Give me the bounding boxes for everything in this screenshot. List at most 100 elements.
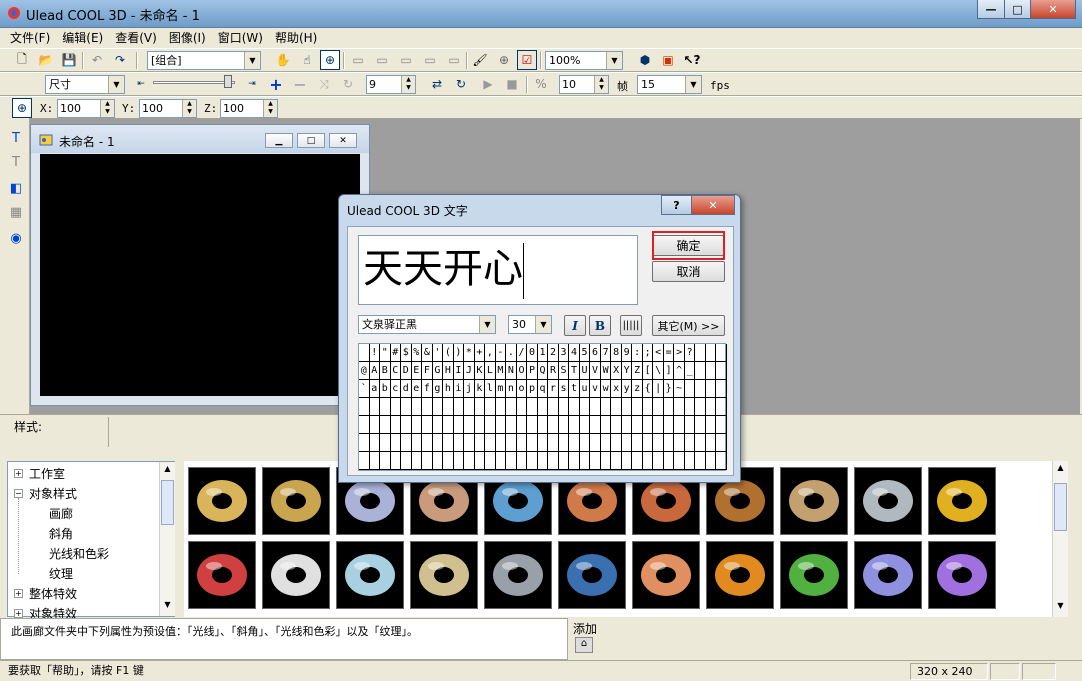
char-cell[interactable]: w [600,380,612,398]
char-cell[interactable]: r [548,380,559,398]
char-cell[interactable] [695,344,706,362]
edit-text-icon[interactable]: T [6,152,26,172]
select-object-icon[interactable]: ⊕ [320,50,340,70]
char-cell[interactable]: M [495,362,507,380]
char-cell[interactable]: t [569,380,580,398]
total-frames-spinner[interactable]: 10 ▲ ▼ [559,75,609,94]
char-cell[interactable] [684,452,696,470]
last-key-icon[interactable]: ⇥ [245,74,259,94]
char-cell[interactable] [579,416,591,434]
char-cell[interactable] [569,398,580,416]
char-cell[interactable] [569,416,580,434]
char-cell[interactable] [600,452,612,470]
char-cell[interactable] [705,452,717,470]
style-thumbnail[interactable] [854,541,922,609]
char-cell[interactable] [684,416,696,434]
char-cell[interactable] [369,398,380,416]
char-cell[interactable] [485,398,496,416]
char-cell[interactable] [611,434,622,452]
x-spinner[interactable]: 100 ▲ ▼ [57,99,115,118]
char-cell[interactable] [390,398,402,416]
char-cell[interactable] [495,434,507,452]
char-cell[interactable]: g [432,380,444,398]
context-help-icon[interactable]: ↖? [682,50,702,70]
char-cell[interactable] [632,416,643,434]
cancel-button[interactable]: 取消 [652,261,725,282]
char-cell[interactable]: X [611,362,622,380]
text-input[interactable]: 天天开心 [358,235,638,305]
char-cell[interactable] [674,398,685,416]
char-cell[interactable]: z [632,380,643,398]
char-cell[interactable]: G [432,362,444,380]
char-cell[interactable]: ] [663,362,675,380]
char-cell[interactable]: q [537,380,549,398]
reverse-icon[interactable]: ↻ [338,74,358,94]
char-cell[interactable]: v [590,380,601,398]
char-cell[interactable] [527,416,538,434]
char-cell[interactable] [453,416,465,434]
char-cell[interactable] [590,416,601,434]
char-cell[interactable] [401,434,412,452]
char-cell[interactable]: D [401,362,412,380]
char-cell[interactable]: E [411,362,423,380]
char-cell[interactable]: L [485,362,496,380]
char-cell[interactable] [663,416,675,434]
char-cell[interactable] [464,398,475,416]
char-cell[interactable] [632,434,643,452]
menu-image[interactable]: 图像(I) [163,29,212,47]
char-cell[interactable] [537,416,549,434]
char-cell[interactable] [653,452,664,470]
italic-button[interactable]: I [564,315,586,336]
zoom-select[interactable]: 100% ▼ [545,51,623,70]
char-cell[interactable]: x [611,380,622,398]
char-cell[interactable] [705,344,717,362]
align-icon-3[interactable]: ▭ [396,50,416,70]
char-cell[interactable] [590,452,601,470]
char-cell[interactable] [705,380,717,398]
char-cell[interactable] [716,362,727,380]
style-thumbnail[interactable] [928,467,996,535]
style-thumbnail[interactable] [484,541,552,609]
remove-key-icon[interactable]: − [290,74,310,94]
char-cell[interactable] [390,434,402,452]
char-cell[interactable]: d [401,380,412,398]
char-cell[interactable] [705,434,717,452]
char-cell[interactable] [474,398,486,416]
char-cell[interactable]: % [411,344,423,362]
percent-icon[interactable]: % [531,74,551,94]
char-cell[interactable]: " [380,344,391,362]
char-cell[interactable]: 8 [611,344,622,362]
preview-canvas[interactable] [40,154,360,396]
play-icon[interactable]: ▶ [478,74,498,94]
font-size-select[interactable]: 30 ▼ [508,315,552,334]
insert-shape-icon[interactable]: ◧ [6,178,26,198]
char-cell[interactable] [653,434,664,452]
char-cell[interactable] [537,398,549,416]
char-cell[interactable] [632,452,643,470]
char-cell[interactable] [464,452,475,470]
style-thumbnail[interactable] [188,541,256,609]
char-cell[interactable]: a [369,380,380,398]
char-cell[interactable]: 7 [600,344,612,362]
doc-close-button[interactable]: ✕ [329,133,357,148]
style-thumbnail[interactable] [336,541,404,609]
redo-icon[interactable]: ↷ [110,50,130,70]
char-cell[interactable] [401,416,412,434]
char-cell[interactable] [380,434,391,452]
char-cell[interactable] [411,398,423,416]
char-cell[interactable]: 9 [621,344,633,362]
char-cell[interactable]: h [443,380,454,398]
char-cell[interactable]: 1 [537,344,549,362]
char-cell[interactable]: 6 [590,344,601,362]
char-cell[interactable] [642,434,654,452]
char-cell[interactable]: B [380,362,391,380]
align-icon-2[interactable]: ▭ [372,50,392,70]
char-cell[interactable]: u [579,380,591,398]
swap-icon[interactable]: ⇄ [427,74,447,94]
char-cell[interactable]: J [464,362,475,380]
char-cell[interactable] [600,398,612,416]
char-cell[interactable] [558,416,570,434]
char-cell[interactable] [359,416,370,434]
char-cell[interactable] [506,434,517,452]
new-file-icon[interactable]: 🗋 [12,50,32,70]
